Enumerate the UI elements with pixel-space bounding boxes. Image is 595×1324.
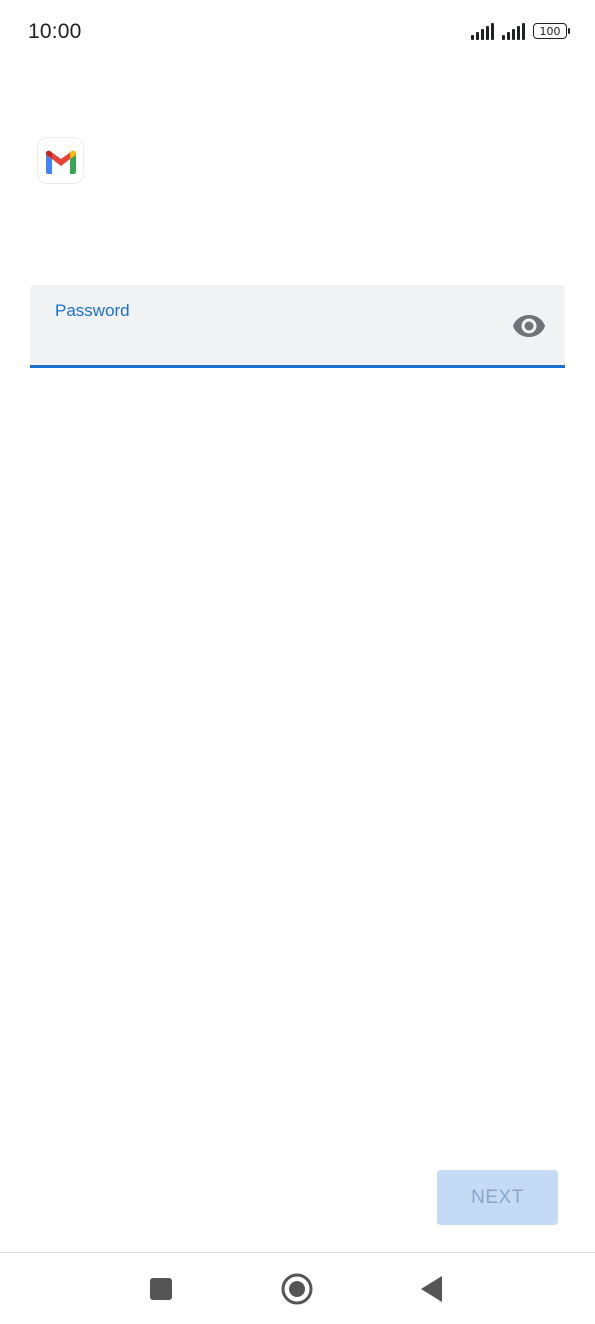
- home-icon[interactable]: [277, 1269, 317, 1309]
- signal-icon: [471, 22, 494, 40]
- status-bar: 10:00 100: [0, 0, 595, 64]
- signal-icon: [502, 22, 525, 40]
- next-button[interactable]: NEXT: [437, 1170, 558, 1225]
- gmail-logo-icon: [37, 137, 84, 184]
- navigation-bar: [0, 1253, 595, 1324]
- battery-icon: 100: [533, 23, 570, 39]
- back-icon[interactable]: [412, 1269, 452, 1309]
- status-time: 10:00: [28, 20, 82, 43]
- password-field[interactable]: Password: [30, 285, 565, 368]
- password-label: Password: [55, 301, 130, 320]
- eye-icon[interactable]: [511, 313, 547, 339]
- status-icons: 100: [471, 22, 570, 40]
- gmail-m-icon: [45, 150, 76, 174]
- password-input[interactable]: [55, 325, 499, 357]
- recents-icon[interactable]: [141, 1269, 181, 1309]
- battery-level: 100: [539, 24, 561, 38]
